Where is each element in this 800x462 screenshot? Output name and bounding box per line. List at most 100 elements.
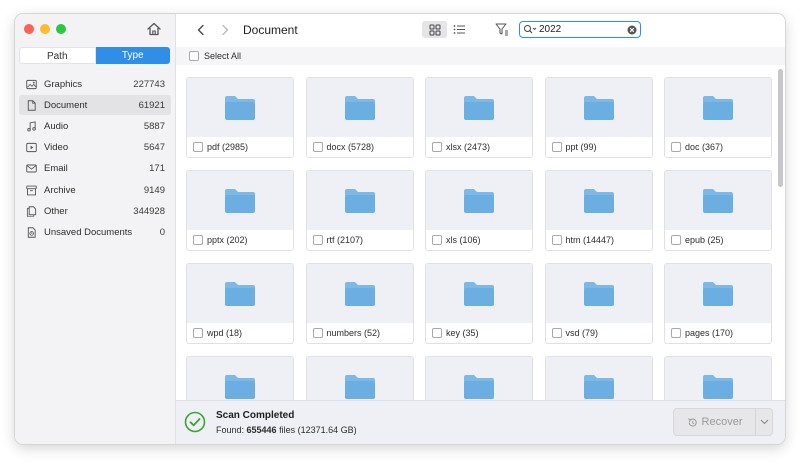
folder-card[interactable]: epub (25) xyxy=(664,170,772,251)
folder-checkbox[interactable] xyxy=(432,235,442,245)
folder-thumbnail xyxy=(306,357,413,401)
recover-button[interactable]: Recover xyxy=(674,409,756,435)
folder-thumbnail xyxy=(545,357,652,401)
folder-card[interactable]: pages (170) xyxy=(664,263,772,344)
folder-icon xyxy=(703,374,733,399)
folder-thumbnail xyxy=(665,78,771,137)
folder-card[interactable]: pptx (202) xyxy=(186,170,294,251)
folder-icon xyxy=(583,188,614,213)
grid-view-button[interactable] xyxy=(422,21,447,38)
back-chevron-icon[interactable] xyxy=(194,23,208,37)
folder-label: pages (170) xyxy=(685,328,734,338)
select-all-checkbox[interactable] xyxy=(189,51,199,61)
folder-thumbnail xyxy=(426,264,532,323)
folder-icon xyxy=(703,188,733,213)
home-icon[interactable] xyxy=(146,21,162,37)
folder-card[interactable]: vsd (79) xyxy=(544,263,653,344)
folder-thumbnail xyxy=(545,78,652,137)
folder-card[interactable]: docx (5728) xyxy=(305,77,414,158)
folder-icon xyxy=(583,95,614,120)
sidebar-item-email[interactable]: Email 171 xyxy=(19,158,171,178)
sidebar-item-audio[interactable]: Audio 5887 xyxy=(19,116,171,136)
folder-icon xyxy=(344,374,375,399)
folder-checkbox[interactable] xyxy=(671,235,681,245)
folder-caption: xlsx (2473) xyxy=(426,137,532,157)
video-icon xyxy=(26,142,37,152)
folder-icon xyxy=(703,281,733,306)
folder-caption: epub (25) xyxy=(665,230,771,250)
folder-label: key (35) xyxy=(446,328,479,338)
folder-card[interactable]: key (35) xyxy=(425,263,533,344)
tab-type[interactable]: Type xyxy=(95,47,170,64)
sidebar-item-video[interactable]: Video 5647 xyxy=(19,137,171,157)
folder-card[interactable]: numbers (52) xyxy=(305,263,414,344)
folder-thumbnail xyxy=(306,78,413,137)
sidebar-item-unsaved-documents[interactable]: Unsaved Documents 0 xyxy=(19,222,171,242)
folder-card[interactable]: xls (106) xyxy=(425,170,533,251)
sidebar-item-label: Audio xyxy=(44,120,69,132)
sidebar-item-document[interactable]: Document 61921 xyxy=(19,95,171,115)
folder-card[interactable]: rtf (2107) xyxy=(305,170,414,251)
scrollbar[interactable] xyxy=(778,69,783,187)
recover-button-group: Recover xyxy=(673,408,773,436)
window-controls xyxy=(24,24,66,34)
close-window-button[interactable] xyxy=(24,24,34,34)
folder-thumbnail xyxy=(665,171,771,230)
list-view-button[interactable] xyxy=(447,21,472,38)
recover-options-dropdown[interactable] xyxy=(756,409,772,435)
search-field[interactable]: 2022 xyxy=(519,21,641,38)
grid-icon xyxy=(429,24,440,35)
sidebar-item-count: 344928 xyxy=(133,205,165,217)
sidebar-item-archive[interactable]: Archive 9149 xyxy=(19,180,171,200)
sidebar-item-graphics[interactable]: Graphics 227743 xyxy=(19,74,171,94)
folder-card[interactable]: htm (14447) xyxy=(544,170,653,251)
folder-card[interactable]: pdf (2985) xyxy=(186,77,294,158)
found-suffix: files (12371.64 GB) xyxy=(276,425,357,435)
folder-card[interactable] xyxy=(425,356,533,401)
filter-icon[interactable] xyxy=(495,23,509,36)
scan-found-summary: Found: 655446 files (12371.64 GB) xyxy=(216,425,357,435)
folder-icon xyxy=(225,374,255,399)
folder-card[interactable]: ppt (99) xyxy=(544,77,653,158)
zoom-window-button[interactable] xyxy=(56,24,66,34)
folder-checkbox[interactable] xyxy=(671,328,681,338)
select-all-row: Select All xyxy=(176,47,785,65)
forward-chevron-icon[interactable] xyxy=(218,23,232,37)
folder-thumbnail xyxy=(426,357,532,401)
folder-checkbox[interactable] xyxy=(193,235,203,245)
folder-icon xyxy=(703,95,733,120)
image-icon xyxy=(26,79,37,89)
chevron-down-icon xyxy=(760,419,768,425)
tab-path[interactable]: Path xyxy=(19,47,96,64)
folder-checkbox[interactable] xyxy=(671,142,681,152)
folder-checkbox[interactable] xyxy=(432,328,442,338)
folder-card[interactable] xyxy=(664,356,772,401)
folder-checkbox[interactable] xyxy=(193,142,203,152)
folder-caption: pptx (202) xyxy=(187,230,293,250)
minimize-window-button[interactable] xyxy=(40,24,50,34)
folder-card[interactable] xyxy=(305,356,414,401)
folder-checkbox[interactable] xyxy=(312,328,323,338)
document-icon xyxy=(27,99,36,111)
folder-card[interactable] xyxy=(544,356,653,401)
sidebar-item-label: Archive xyxy=(44,184,76,196)
folder-checkbox[interactable] xyxy=(551,142,562,152)
sidebar-item-label: Unsaved Documents xyxy=(44,226,133,238)
folder-checkbox[interactable] xyxy=(551,328,562,338)
clear-search-icon[interactable] xyxy=(627,25,637,35)
folder-card[interactable] xyxy=(186,356,294,401)
folder-checkbox[interactable] xyxy=(432,142,442,152)
unsaved-document-icon xyxy=(27,226,36,238)
folder-checkbox[interactable] xyxy=(312,235,323,245)
sidebar-item-other[interactable]: Other 344928 xyxy=(19,201,171,221)
folder-label: docx (5728) xyxy=(326,142,375,152)
folder-card[interactable]: xlsx (2473) xyxy=(425,77,533,158)
search-input[interactable]: 2022 xyxy=(539,24,627,35)
folder-caption: wpd (18) xyxy=(187,323,293,343)
folder-card[interactable]: wpd (18) xyxy=(186,263,294,344)
folder-checkbox[interactable] xyxy=(551,235,562,245)
folder-card[interactable]: doc (367) xyxy=(664,77,772,158)
folder-checkbox[interactable] xyxy=(312,142,323,152)
folder-checkbox[interactable] xyxy=(193,328,203,338)
sidebar-item-label: Document xyxy=(44,99,88,111)
